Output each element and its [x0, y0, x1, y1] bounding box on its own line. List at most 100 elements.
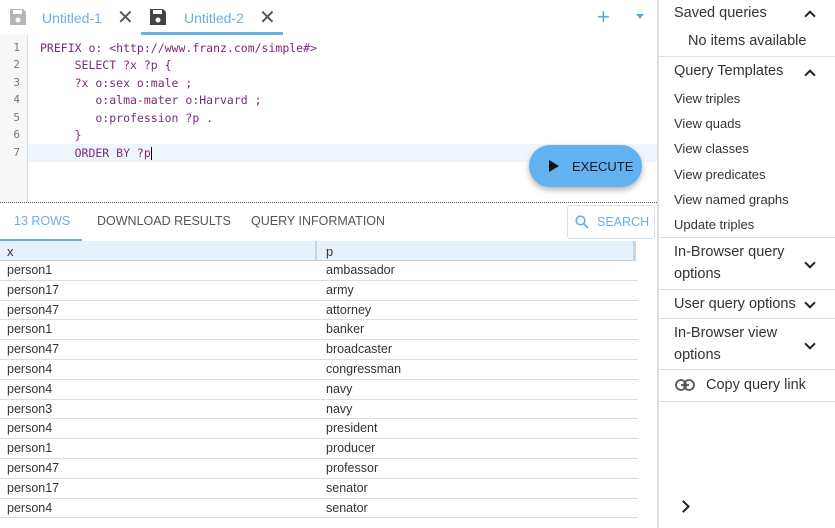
- sidebar: Saved queries No items available Query T…: [657, 0, 835, 528]
- chevron-down-icon[interactable]: [636, 14, 644, 19]
- in-browser-query-options-section[interactable]: In-Browser query options: [659, 238, 835, 290]
- table-row: person4 senator: [0, 499, 638, 519]
- cell-x: person4: [7, 500, 53, 515]
- code-line[interactable]: o:profession ?p .: [40, 111, 213, 125]
- code-line[interactable]: SELECT ?x ?p {: [40, 58, 172, 72]
- line-gutter: 1 2 3 4 5 6 7: [0, 35, 28, 202]
- play-icon: [549, 160, 559, 172]
- chevron-down-icon[interactable]: [804, 257, 816, 269]
- code-line[interactable]: o:alma-mater o:Harvard ;: [40, 93, 261, 107]
- tab-download-results[interactable]: DOWNLOAD RESULTS: [97, 214, 231, 228]
- user-query-options-section[interactable]: User query options: [659, 290, 835, 319]
- cell-p: senator: [326, 480, 368, 495]
- table-row: person1 banker: [0, 320, 638, 341]
- line-number: 3: [13, 76, 20, 89]
- tab-label[interactable]: Untitled-2: [184, 10, 244, 26]
- cell-p: banker: [326, 322, 365, 337]
- copy-query-link[interactable]: Copy query link: [706, 377, 806, 393]
- resize-divider[interactable]: [0, 202, 657, 203]
- chevron-right-icon[interactable]: [677, 500, 690, 513]
- saved-queries-section: Saved queries No items available: [659, 0, 835, 57]
- table-row: person3 navy: [0, 400, 638, 420]
- section-title: options: [674, 266, 721, 282]
- search-label: SEARCH: [597, 215, 650, 229]
- cell-x: person1: [7, 263, 53, 277]
- cell-p: navy: [326, 401, 353, 416]
- execute-label: EXECUTE: [572, 158, 634, 174]
- save-icon[interactable]: [9, 8, 27, 26]
- table-row: person47 professor: [0, 459, 638, 479]
- query-templates-title[interactable]: Query Templates: [674, 63, 783, 79]
- copy-query-link-section[interactable]: Copy query link: [659, 370, 835, 402]
- line-number: 5: [13, 111, 20, 124]
- section-title: In-Browser view: [674, 325, 778, 341]
- save-icon[interactable]: [149, 8, 167, 26]
- tab-rows[interactable]: 13 ROWS: [14, 214, 70, 228]
- section-title: options: [674, 347, 721, 363]
- template-view-triples[interactable]: View triples: [674, 91, 740, 106]
- code-line[interactable]: ?x o:sex o:male ;: [40, 76, 193, 90]
- add-tab-icon[interactable]: +: [597, 6, 610, 28]
- code-line[interactable]: }: [40, 128, 82, 142]
- template-view-predicates[interactable]: View predicates: [674, 167, 766, 182]
- cell-p: attorney: [326, 302, 372, 317]
- chevron-up-icon[interactable]: [804, 10, 816, 22]
- tab-untitled-2[interactable]: Untitled-2: [184, 0, 244, 35]
- in-browser-view-options-section[interactable]: In-Browser view options: [659, 319, 835, 370]
- text-cursor: [150, 147, 152, 160]
- template-update-triples[interactable]: Update triples: [674, 217, 754, 232]
- code-line[interactable]: ORDER BY ?p: [40, 146, 152, 160]
- tab-label[interactable]: Untitled-1: [42, 10, 102, 26]
- chevron-up-icon[interactable]: [804, 69, 816, 81]
- cell-p: congressman: [326, 361, 402, 376]
- code-line[interactable]: PREFIX o: <http://www.franz.com/simple#>: [40, 41, 317, 55]
- link-icon: [675, 379, 695, 391]
- search-button[interactable]: SEARCH: [567, 205, 655, 239]
- close-icon[interactable]: ✕: [259, 8, 276, 28]
- template-view-named-graphs[interactable]: View named graphs: [674, 192, 789, 207]
- chevron-down-icon[interactable]: [804, 297, 816, 309]
- section-title: User query options: [674, 296, 796, 312]
- column-resize-handle[interactable]: [315, 241, 317, 261]
- cell-p: army: [326, 282, 354, 297]
- template-view-classes[interactable]: View classes: [674, 141, 749, 156]
- cell-p: producer: [326, 441, 376, 456]
- cell-p: broadcaster: [326, 342, 393, 357]
- search-icon: [575, 215, 589, 229]
- column-header-x[interactable]: x: [7, 244, 14, 259]
- query-panel: Untitled-1 ✕ Untitled-2 ✕ + 1 2 3 4 5 6 …: [0, 0, 657, 528]
- table-row: person1 producer: [0, 439, 638, 459]
- table-row: person4 president: [0, 419, 638, 440]
- table-row: person17 senator: [0, 479, 638, 499]
- template-view-quads[interactable]: View quads: [674, 116, 741, 131]
- line-number: 6: [13, 128, 20, 141]
- table-row: person1 ambassador: [0, 261, 638, 281]
- tab-untitled-1[interactable]: Untitled-1: [42, 0, 102, 35]
- results-table-header: x p: [0, 241, 636, 261]
- cell-x: person17: [7, 480, 60, 495]
- table-row: person47 broadcaster: [0, 340, 638, 360]
- table-row: person47 attorney: [0, 301, 638, 321]
- chevron-down-icon[interactable]: [804, 338, 816, 350]
- section-title: In-Browser query: [674, 244, 785, 260]
- cell-p: president: [326, 421, 378, 436]
- close-icon[interactable]: ✕: [117, 8, 134, 28]
- cell-x: person4: [7, 421, 53, 436]
- cell-p: ambassador: [326, 263, 395, 277]
- table-row: person4 navy: [0, 380, 638, 400]
- line-number: 7: [13, 146, 20, 159]
- cell-x: person3: [7, 401, 53, 416]
- empty-text: No items available: [688, 33, 807, 49]
- column-header-p[interactable]: p: [326, 244, 333, 259]
- query-templates-section: Query Templates View triples View quads …: [659, 57, 835, 238]
- line-number: 4: [13, 93, 20, 106]
- cell-x: person1: [7, 441, 53, 456]
- column-resize-handle[interactable]: [633, 241, 636, 261]
- cell-p: professor: [326, 460, 379, 475]
- saved-queries-title[interactable]: Saved queries: [674, 5, 767, 21]
- tab-query-information[interactable]: QUERY INFORMATION: [251, 214, 385, 228]
- tab-close[interactable]: ✕: [259, 0, 276, 35]
- tab-close[interactable]: ✕: [117, 0, 134, 35]
- table-row: person17 army: [0, 281, 638, 301]
- execute-button[interactable]: EXECUTE: [529, 145, 642, 187]
